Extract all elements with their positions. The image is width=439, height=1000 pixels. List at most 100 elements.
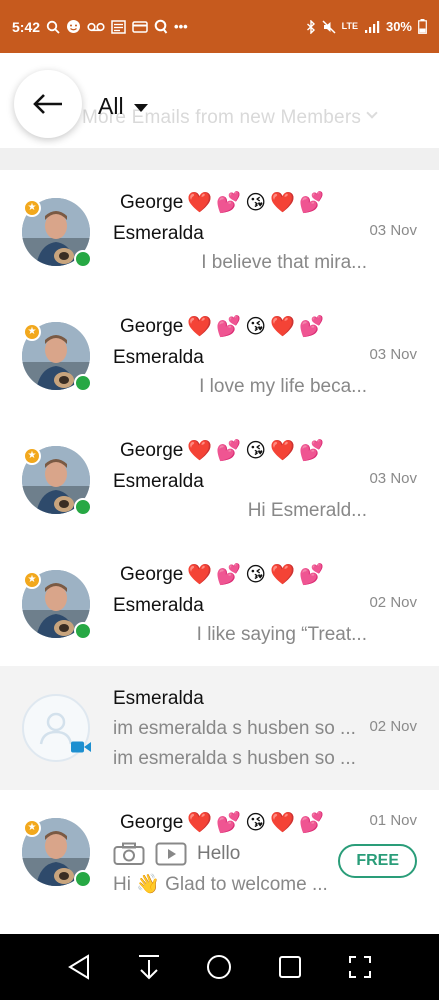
kiss-face-emoji: 😘: [245, 316, 267, 338]
online-status-icon: [74, 498, 92, 516]
divider: [0, 148, 439, 170]
sender-line: George ❤️ 💕 😘 ❤️ 💕: [120, 316, 324, 338]
status-right: LTE 30%: [306, 19, 427, 34]
download-nav-icon: [139, 955, 160, 980]
recipient-name: Esmeralda: [113, 688, 204, 709]
message-snippet: im esmeralda s husben so ...: [113, 748, 356, 769]
two-hearts-emoji: 💕: [216, 564, 242, 586]
star-badge-icon: ★: [23, 819, 41, 837]
message-date: 03 Nov: [369, 346, 417, 363]
conversation-row[interactable]: ★ George ❤️ 💕 😘 ❤️ 💕 Esmeralda 03 Nov Hi…: [0, 418, 439, 542]
online-status-icon: [74, 374, 92, 392]
nav-fullscreen-button[interactable]: [340, 947, 380, 987]
battery-icon: [418, 19, 427, 34]
star-badge-icon: ★: [23, 199, 41, 217]
two-hearts-emoji: 💕: [216, 440, 242, 462]
nav-back-button[interactable]: [59, 947, 99, 987]
sender-name: George: [120, 440, 184, 461]
two-hearts-emoji: 💕: [298, 564, 324, 586]
nav-home-button[interactable]: [199, 947, 239, 987]
two-hearts-emoji: 💕: [298, 316, 324, 338]
heart-emoji: ❤️: [187, 564, 213, 586]
two-hearts-emoji: 💕: [298, 440, 324, 462]
camera-icon: [113, 842, 145, 865]
conversation-row[interactable]: ★ George ❤️ 💕 😘 ❤️ 💕 Esmeralda 03 Nov I …: [0, 170, 439, 294]
caret-down-icon: [133, 103, 148, 112]
message-snippet: Hi 👋 Glad to welcome ...: [113, 874, 328, 895]
online-status-icon: [74, 250, 92, 268]
conversation-row[interactable]: ★ George ❤️ 💕 😘 ❤️ 💕 Esmeralda 03 Nov I …: [0, 294, 439, 418]
mute-icon: [322, 19, 336, 34]
two-hearts-emoji: 💕: [216, 192, 242, 214]
bluetooth-icon: [306, 19, 315, 34]
more-icon: •••: [174, 19, 188, 34]
status-time: 5:42: [12, 18, 41, 35]
news-icon: [111, 19, 126, 34]
heart-emoji: ❤️: [270, 564, 295, 586]
nav-recents-button[interactable]: [270, 947, 310, 987]
message-date: 03 Nov: [369, 470, 417, 487]
home-nav-icon: [207, 955, 232, 979]
card-icon: [132, 20, 148, 33]
status-left: 5:42 •••: [12, 19, 188, 35]
heart-emoji: ❤️: [187, 440, 213, 462]
back-nav-icon: [68, 954, 90, 980]
message-date: 01 Nov: [369, 812, 417, 829]
two-hearts-emoji: 💕: [298, 812, 324, 834]
sender-name: George: [120, 192, 184, 213]
heart-emoji: ❤️: [187, 192, 213, 214]
back-button[interactable]: [14, 70, 82, 138]
media-line: Hello: [113, 842, 240, 866]
two-hearts-emoji: 💕: [298, 192, 324, 214]
nav-download-button[interactable]: [129, 947, 169, 987]
online-status-icon: [74, 622, 92, 640]
kiss-face-emoji: 😘: [245, 564, 267, 586]
sender-name: George: [120, 812, 184, 833]
search-icon: [46, 20, 60, 34]
signal-icon: [364, 20, 380, 33]
battery-percent: 30%: [385, 19, 412, 34]
heart-emoji: ❤️: [187, 812, 213, 834]
filter-label: All: [98, 93, 124, 119]
message-date: 02 Nov: [369, 718, 417, 735]
conversation-row[interactable]: ★ George ❤️ 💕 😘 ❤️ 💕 Hello Hi 👋 Glad to …: [0, 790, 439, 914]
video-camera-icon: [71, 741, 91, 753]
recipient-name: Esmeralda: [113, 595, 204, 616]
two-hearts-emoji: 💕: [216, 316, 242, 338]
sender-line: George ❤️ 💕 😘 ❤️ 💕: [120, 812, 324, 834]
voicemail-icon: [87, 22, 105, 31]
two-hearts-emoji: 💕: [216, 812, 242, 834]
recents-nav-icon: [278, 956, 301, 978]
heart-emoji: ❤️: [270, 440, 295, 462]
header: More Emails from new Members All: [0, 53, 439, 148]
video-play-icon: [155, 842, 187, 866]
status-bar: 5:42 ••• LTE 30%: [0, 0, 439, 53]
sender-name: George: [120, 564, 184, 585]
message-snippet: I believe that mira...: [201, 252, 367, 273]
heart-emoji: ❤️: [270, 192, 295, 214]
sender-line: George ❤️ 💕 😘 ❤️ 💕: [120, 192, 324, 214]
chat-icon: [67, 20, 81, 33]
message-date: 03 Nov: [369, 222, 417, 239]
star-badge-icon: ★: [23, 571, 41, 589]
sender-line: George ❤️ 💕 😘 ❤️ 💕: [120, 564, 324, 586]
conversation-row[interactable]: Esmeralda im esmeralda s husben so ... i…: [0, 666, 439, 790]
system-nav-bar: [0, 934, 439, 1000]
message-snippet: I love my life beca...: [199, 376, 367, 397]
heart-emoji: ❤️: [270, 812, 295, 834]
conversation-list: ★ George ❤️ 💕 😘 ❤️ 💕 Esmeralda 03 Nov I …: [0, 170, 439, 914]
media-caption: Hello: [197, 843, 241, 864]
heart-emoji: ❤️: [187, 316, 213, 338]
conversation-row[interactable]: ★ George ❤️ 💕 😘 ❤️ 💕 Esmeralda 02 Nov I …: [0, 542, 439, 666]
free-badge[interactable]: FREE: [338, 844, 417, 878]
kiss-face-emoji: 😘: [245, 440, 267, 462]
star-badge-icon: ★: [23, 447, 41, 465]
recipient-name: Esmeralda: [113, 471, 204, 492]
arrow-left-icon: [33, 94, 62, 114]
online-status-icon: [74, 870, 92, 888]
recipient-name: Esmeralda: [113, 347, 204, 368]
filter-dropdown[interactable]: All: [98, 93, 148, 120]
sender-name: George: [120, 316, 184, 337]
recipient-name: Esmeralda: [113, 223, 204, 244]
network-type: LTE: [341, 21, 358, 31]
